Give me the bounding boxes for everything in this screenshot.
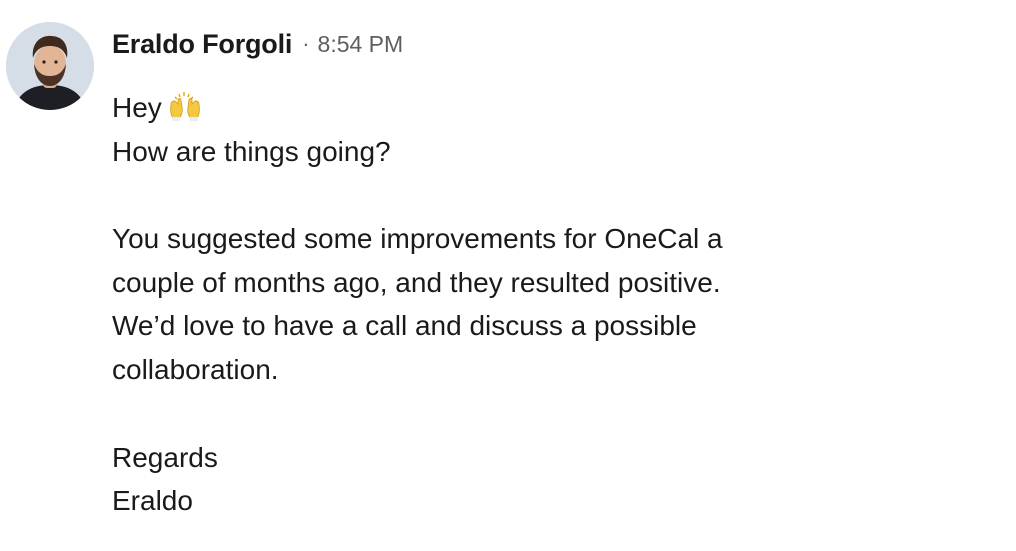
message-line: How are things going? [112, 135, 391, 167]
sender-name[interactable]: Eraldo Forgoli [112, 29, 292, 60]
chat-message: Eraldo Forgoli · 8:54 PM Hey How are thi… [0, 0, 1016, 551]
message-line: You suggested some improvements for OneC… [112, 223, 723, 255]
message-line: collaboration. [112, 354, 279, 386]
message-header: Eraldo Forgoli · 8:54 PM [112, 27, 403, 61]
message-line: Eraldo [112, 485, 193, 517]
header-separator: · [302, 31, 310, 56]
message-body: Hey How are things going? You suggested … [112, 86, 992, 523]
raising-hands-emoji-icon [170, 92, 200, 121]
message-line: Regards [112, 441, 218, 473]
message-line: We’d love to have a call and discuss a p… [112, 310, 697, 342]
avatar[interactable] [6, 22, 94, 110]
avatar-photo-icon [6, 22, 94, 110]
message-line-text: Hey [112, 92, 162, 123]
message-line: Hey [112, 86, 992, 130]
message-line: couple of months ago, and they resulted … [112, 266, 721, 298]
message-timestamp[interactable]: 8:54 PM [318, 31, 404, 58]
